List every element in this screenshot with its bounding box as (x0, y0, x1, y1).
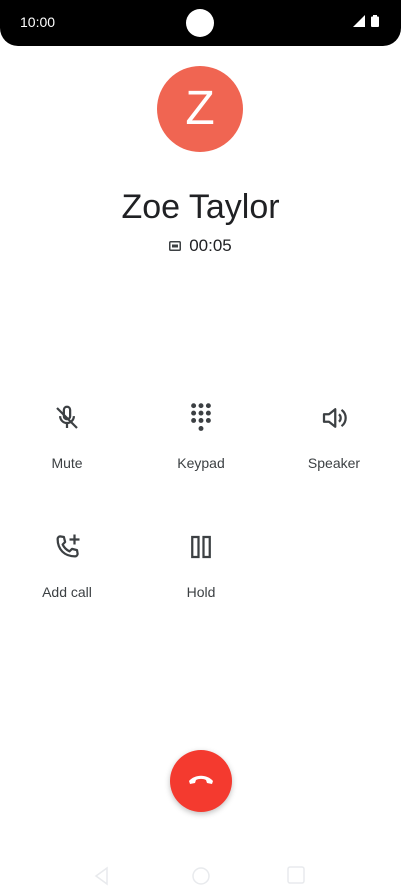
navigation-bar (0, 860, 401, 892)
pause-icon (184, 530, 218, 564)
call-info: 00:05 (0, 236, 401, 256)
recents-icon[interactable] (287, 866, 305, 884)
signal-icon (353, 15, 365, 27)
contact-avatar: Z (157, 66, 243, 152)
hold-label: Hold (186, 584, 216, 600)
mute-label: Mute (51, 455, 83, 471)
speaker-button[interactable]: Speaker (274, 401, 394, 471)
front-camera (186, 9, 214, 37)
dialpad-icon (184, 401, 218, 435)
home-icon[interactable] (191, 866, 211, 886)
status-time: 10:00 (20, 14, 56, 30)
keypad-button[interactable]: Keypad (141, 401, 261, 471)
contact-name: Zoe Taylor (121, 188, 280, 226)
back-icon[interactable] (92, 866, 112, 886)
avatar-initial: Z (185, 82, 215, 135)
mic-off-icon (50, 401, 84, 435)
add-call-button[interactable]: Add call (7, 530, 127, 600)
add-call-icon (50, 530, 84, 564)
call-end-icon (187, 771, 215, 792)
status-icons (353, 15, 379, 27)
hd-icon (169, 241, 182, 251)
mute-button[interactable]: Mute (7, 401, 127, 471)
battery-icon (371, 15, 379, 27)
status-bar: 10:00 (0, 0, 401, 46)
keypad-label: Keypad (177, 455, 225, 471)
add-call-label: Add call (42, 584, 92, 600)
end-call-button[interactable] (170, 750, 232, 812)
hold-button[interactable]: Hold (141, 530, 261, 600)
speaker-icon (317, 401, 351, 435)
call-duration: 00:05 (189, 236, 232, 255)
speaker-label: Speaker (307, 455, 361, 471)
